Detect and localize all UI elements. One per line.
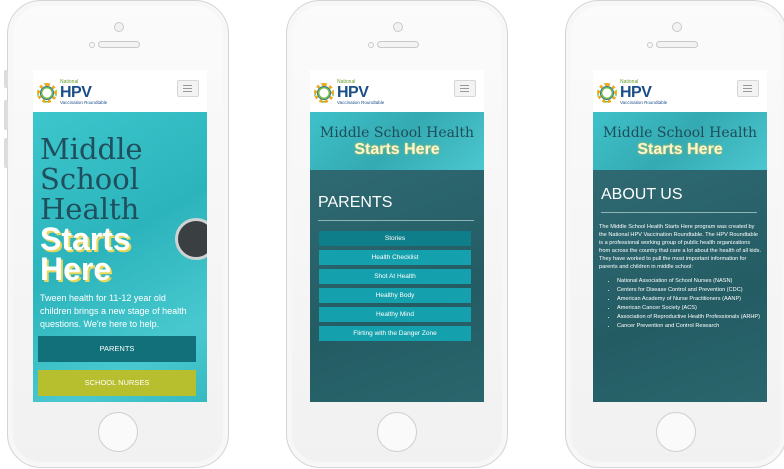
nav-item-stories[interactable]: Stories (319, 231, 471, 246)
logo-ring-icon (37, 82, 57, 103)
site-header: National HPV Vaccination Roundtable (593, 70, 767, 112)
camera-icon (672, 22, 682, 32)
site-header: National HPV Vaccination Roundtable (33, 70, 207, 112)
hero-paragraph: Tween health for 11-12 year old children… (40, 293, 187, 329)
logo-ring-icon (597, 82, 617, 103)
about-section: ABOUT US The Middle School Health Starts… (593, 170, 767, 402)
hpv-logo[interactable]: National HPV Vaccination Roundtable (597, 80, 667, 106)
screen-parents: National HPV Vaccination Roundtable Midd… (310, 70, 484, 402)
home-button[interactable] (656, 412, 696, 452)
hamburger-menu-button[interactable] (454, 80, 476, 97)
banner-subtitle: Starts Here (637, 141, 723, 158)
about-text: The Middle School Health Starts Here pro… (593, 223, 767, 330)
logo-big-text: HPV (620, 84, 652, 101)
sensor-icon (368, 42, 374, 48)
nav-item-health-checklist[interactable]: Health Checklist (319, 250, 471, 265)
site-header: National HPV Vaccination Roundtable (310, 70, 484, 112)
logo-ring-icon (314, 82, 334, 103)
logo-sub-text: Vaccination Roundtable (60, 100, 108, 105)
list-item: Cancer Prevention and Control Research (617, 322, 761, 330)
list-item: American Academy of Nurse Practitioners … (617, 295, 761, 303)
hamburger-menu-button[interactable] (737, 80, 759, 97)
speaker-icon (377, 41, 419, 48)
divider (601, 212, 757, 213)
phone-mockup-about: National HPV Vaccination Roundtable Midd… (565, 0, 784, 468)
hero-section: Middle School Health Starts Here Tween h… (33, 112, 207, 402)
speaker-icon (98, 41, 140, 48)
speaker-icon (656, 41, 698, 48)
section-title: ABOUT US (601, 186, 683, 203)
parents-button[interactable]: PARENTS (38, 336, 196, 362)
list-item: American Cancer Society (ACS) (617, 304, 761, 312)
list-item: Association of Reproductive Health Profe… (617, 313, 761, 321)
nav-item-danger-zone[interactable]: Flirting with the Danger Zone (319, 326, 471, 341)
hamburger-icon (460, 85, 469, 86)
list-item: National Association of School Nurses (N… (617, 277, 761, 285)
hamburger-menu-button[interactable] (177, 80, 199, 97)
banner-title: Middle School Health (319, 125, 475, 141)
sensor-icon (647, 42, 653, 48)
home-button[interactable] (98, 412, 138, 452)
about-intro: The Middle School Health Starts Here pro… (599, 224, 761, 270)
screen-home: National HPV Vaccination Roundtable Midd… (33, 70, 207, 402)
banner-subtitle: Starts Here (354, 141, 440, 158)
screen-about: National HPV Vaccination Roundtable Midd… (593, 70, 767, 402)
hpv-logo[interactable]: National HPV Vaccination Roundtable (37, 80, 107, 106)
page-banner: Middle School Health Starts Here (310, 112, 484, 170)
camera-icon (114, 22, 124, 32)
hpv-logo[interactable]: National HPV Vaccination Roundtable (314, 80, 384, 106)
nav-item-healthy-body[interactable]: Healthy Body (319, 288, 471, 303)
phone-side-button (4, 100, 8, 130)
list-item: Centers for Disease Control and Preventi… (617, 286, 761, 294)
camera-icon (393, 22, 403, 32)
hero-highlight: Here (40, 251, 112, 287)
parents-section: PARENTS Stories Health Checklist Shot At… (310, 170, 484, 402)
phone-mockup-parents: National HPV Vaccination Roundtable Midd… (286, 0, 508, 468)
home-button[interactable] (377, 412, 417, 452)
hero-line: School (40, 162, 139, 196)
divider (318, 220, 474, 221)
org-list: National Association of School Nurses (N… (599, 277, 761, 330)
phone-side-button (4, 70, 8, 88)
phone-side-button (4, 138, 8, 168)
logo-sub-text: Vaccination Roundtable (620, 100, 668, 105)
banner-title: Middle School Health (602, 125, 758, 141)
school-nurses-button[interactable]: SCHOOL NURSES (38, 370, 196, 396)
sensor-icon (89, 42, 95, 48)
nav-item-shot-at-health[interactable]: Shot At Health (319, 269, 471, 284)
hero-line: Health (40, 192, 140, 226)
nav-item-healthy-mind[interactable]: Healthy Mind (319, 307, 471, 322)
page-banner: Middle School Health Starts Here (593, 112, 767, 170)
logo-big-text: HPV (60, 84, 92, 101)
hamburger-icon (183, 85, 192, 86)
logo-sub-text: Vaccination Roundtable (337, 100, 385, 105)
hamburger-icon (743, 85, 752, 86)
section-title: PARENTS (318, 194, 393, 211)
phone-mockup-home: National HPV Vaccination Roundtable Midd… (4, 0, 229, 468)
hero-line: Middle (40, 132, 143, 166)
logo-big-text: HPV (337, 84, 369, 101)
